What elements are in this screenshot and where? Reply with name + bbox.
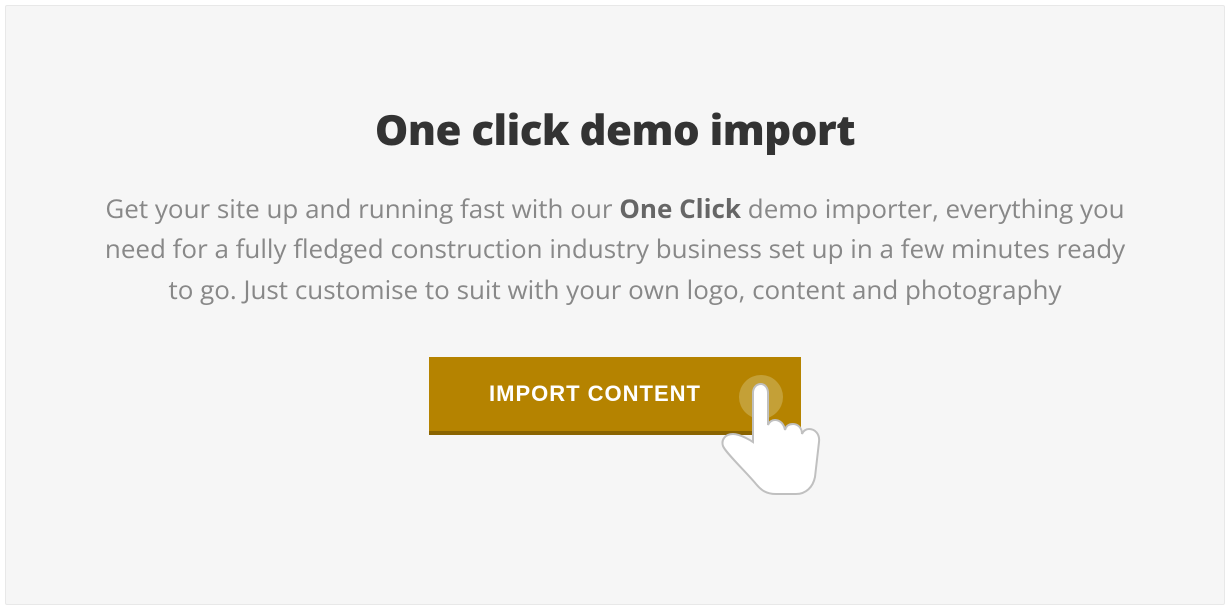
description-part1: Get your site up and running fast with o… bbox=[105, 190, 619, 226]
heading: One click demo import bbox=[375, 101, 855, 158]
description-bold: One Click bbox=[619, 190, 741, 226]
promo-card: One click demo import Get your site up a… bbox=[5, 5, 1225, 605]
description: Get your site up and running fast with o… bbox=[95, 188, 1135, 309]
import-content-button[interactable]: IMPORT CONTENT bbox=[429, 357, 801, 431]
button-wrapper: IMPORT CONTENT bbox=[429, 357, 801, 431]
